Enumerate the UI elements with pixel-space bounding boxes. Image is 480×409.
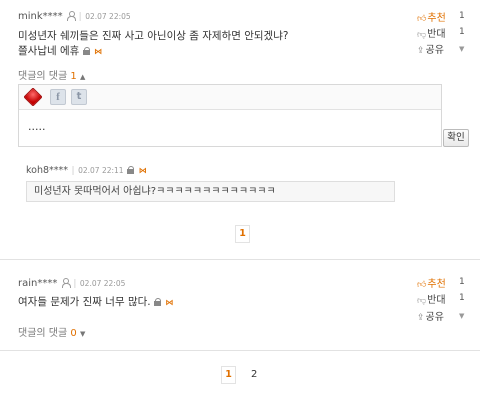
report-icon[interactable]: ⋈ [139, 166, 147, 175]
thumb-up-icon: 👍︎ [417, 280, 427, 290]
report-icon[interactable]: ⋈ [165, 295, 173, 310]
share-dropdown-icon[interactable]: ▼ [459, 312, 464, 320]
comment-1-header: mink**** | 02.07 22:05 [18, 9, 131, 22]
twitter-icon[interactable]: t [71, 89, 87, 105]
thumb-up-icon: 👍︎ [417, 14, 427, 24]
comment-text-line: 미성년자 쉐끼들은 진짜 사고 아닌이상 좀 자제하면 안되겠냐? [18, 30, 289, 42]
share-icon: ⇪ [417, 313, 425, 323]
divider [0, 259, 480, 260]
oppose-button[interactable]: 👎︎반대 [417, 25, 446, 40]
report-icon[interactable]: ⋈ [94, 44, 102, 59]
recommend-count: 1 [459, 277, 465, 287]
reply-text: 미성년자 못따먹어서 아쉽냐?ㅋㅋㅋㅋㅋㅋㅋㅋㅋㅋㅋㅋㅋ [26, 181, 395, 202]
divider: | [71, 166, 75, 176]
share-dropdown-icon[interactable]: ▼ [459, 45, 464, 53]
submit-button[interactable]: 확인 [443, 129, 469, 147]
oppose-count: 1 [459, 27, 465, 37]
replies-toggle[interactable]: 댓글의 댓글 1 ▲ [18, 67, 85, 82]
divider: | [73, 279, 77, 289]
editor-toolbar: f t [19, 85, 441, 110]
thumb-down-icon: 👎︎ [417, 296, 427, 306]
divider: | [78, 12, 82, 22]
recommend-button[interactable]: 👍︎추천 [417, 275, 446, 290]
comment-text-line-2: 쯜사납네 에휴 ⋈ [18, 44, 102, 59]
facebook-icon[interactable]: f [50, 89, 66, 105]
share-icon: ⇪ [417, 46, 425, 56]
comment-2-body: 여자들 문제가 진짜 너무 많다. ⋈ [18, 295, 174, 310]
thumb-down-icon: 👎︎ [417, 30, 427, 40]
comment-user[interactable]: rain**** [18, 278, 57, 289]
reply-user[interactable]: koh8**** [26, 165, 68, 176]
oppose-button[interactable]: 👎︎반대 [417, 291, 446, 306]
divider [0, 350, 480, 351]
reply-header: koh8**** | 02.07 22:11 ⋈ [26, 163, 147, 176]
comment-user[interactable]: mink**** [18, 11, 63, 22]
comment-1-body: 미성년자 쉐끼들은 진짜 사고 아닌이상 좀 자제하면 안되겠냐? 쯜사납네 에… [18, 29, 288, 59]
comment-datetime: 02.07 22:05 [79, 279, 126, 288]
pager-current[interactable]: 1 [221, 366, 236, 384]
share-button[interactable]: ⇪공유 [417, 41, 444, 56]
recommend-count: 1 [459, 11, 465, 21]
lock-icon[interactable] [153, 298, 162, 306]
replies-toggle[interactable]: 댓글의 댓글 0 ▼ [18, 324, 85, 339]
comment-datetime: 02.07 22:05 [85, 12, 131, 21]
lock-icon[interactable] [82, 47, 91, 55]
reply-datetime: 02.07 22:11 [78, 166, 124, 175]
comment-2-header: rain**** | 02.07 22:05 [18, 276, 125, 289]
pager-page-2[interactable]: 2 [251, 369, 257, 380]
oppose-count: 1 [459, 293, 465, 303]
person-icon[interactable] [66, 11, 77, 21]
lock-icon[interactable] [127, 166, 135, 174]
person-icon[interactable] [61, 278, 71, 288]
recommend-button[interactable]: 👍︎추천 [417, 9, 446, 24]
reply-pager-current[interactable]: 1 [235, 225, 250, 243]
gem-icon[interactable] [23, 87, 43, 107]
reply-editor[interactable]: f t ..... [18, 84, 442, 147]
share-button[interactable]: ⇪공유 [417, 308, 444, 323]
editor-input[interactable]: ..... [28, 120, 45, 133]
